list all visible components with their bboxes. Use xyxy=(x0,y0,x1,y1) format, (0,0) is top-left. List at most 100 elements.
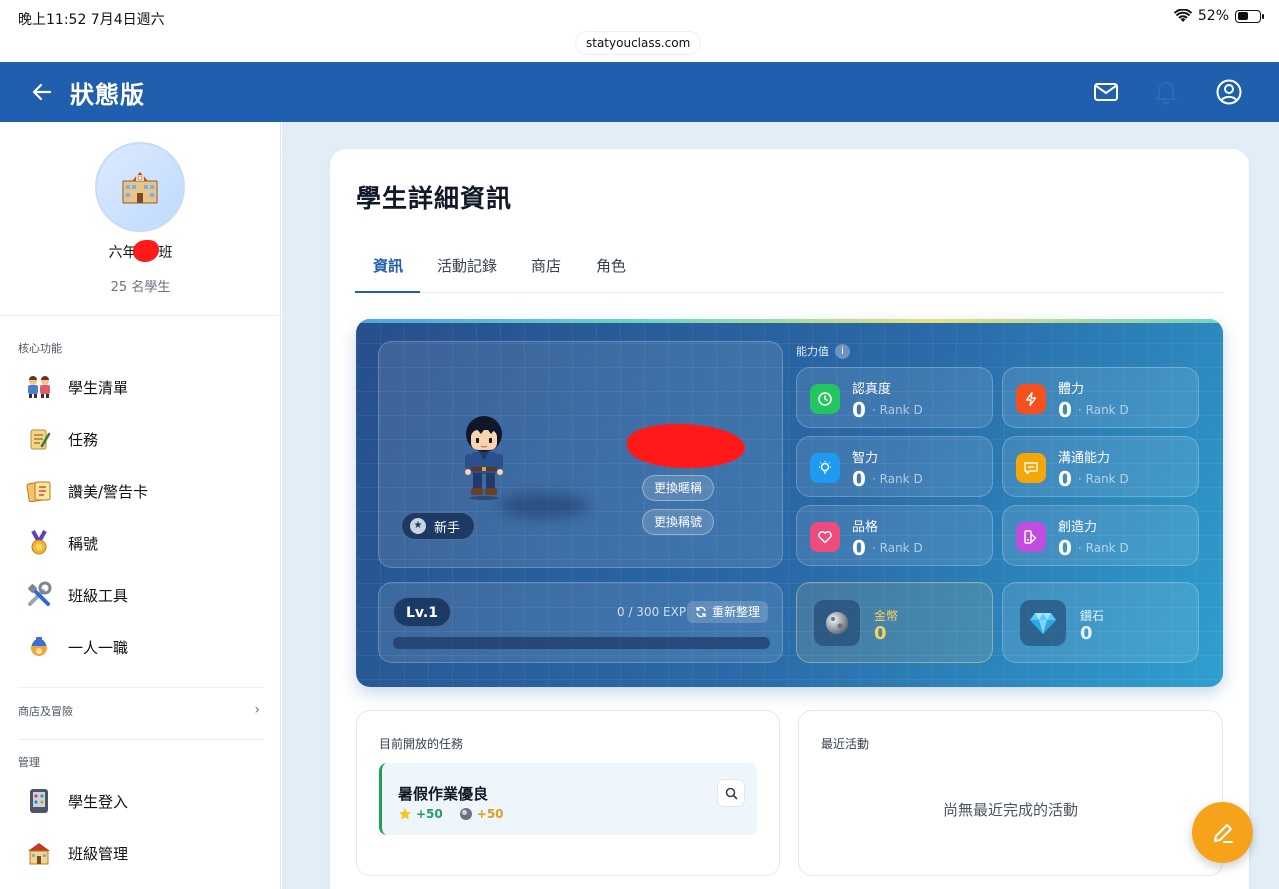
login-icon xyxy=(24,786,54,816)
exp-reward: +50 xyxy=(416,807,443,821)
quest-item[interactable]: 暑假作業優良 +50 +50 xyxy=(379,763,757,835)
abilities-label: 能力值 xyxy=(796,345,829,358)
chat-icon xyxy=(1016,453,1046,483)
tab-character[interactable]: 角色 xyxy=(596,255,626,276)
pencil-icon xyxy=(1213,823,1233,843)
stat-card: 認真度 0 · Rank D xyxy=(796,367,993,428)
cards-icon xyxy=(24,476,54,506)
sidebar-item-label: 班級管理 xyxy=(68,844,129,863)
stat-value: 0 xyxy=(1058,467,1072,491)
quest-rewards: +50 +50 xyxy=(398,807,504,821)
back-arrow-icon[interactable] xyxy=(30,80,54,104)
search-icon xyxy=(725,787,738,800)
stat-name: 溝通能力 xyxy=(1058,451,1111,466)
sidebar-item-cards[interactable]: 讚美/警告卡 xyxy=(24,473,264,509)
change-nickname-button[interactable]: 更換暱稱 xyxy=(642,475,715,501)
section-shop-label: 商店及冒險 xyxy=(18,705,73,718)
level-panel: Lv.1 0 / 300 EXP 重新整理 xyxy=(378,582,783,663)
sidebar-item-jobs[interactable]: 一人一職 xyxy=(24,629,264,665)
sidebar-item-student-login[interactable]: 學生登入 xyxy=(24,783,264,819)
sidebar-item-students[interactable]: 學生清單 xyxy=(24,369,264,405)
scroll-icon xyxy=(24,424,54,454)
stat-rank: · Rank D xyxy=(872,541,923,555)
title-badge-label: 新手 xyxy=(434,520,461,536)
tab-info[interactable]: 資訊 xyxy=(373,255,403,276)
gold-value: 0 xyxy=(874,623,887,644)
clock-icon xyxy=(810,384,840,414)
battery-icon xyxy=(1235,9,1264,23)
stat-rank: · Rank D xyxy=(1078,541,1129,555)
stat-name: 創造力 xyxy=(1058,520,1098,535)
section-title: 學生詳細資訊 xyxy=(356,184,513,213)
student-detail-card: 學生詳細資訊 資訊 活動記錄 商店 角色 更換暱稱 更換稱號 ★ 新手 Lv.1… xyxy=(330,149,1249,889)
rank-grade: D xyxy=(913,472,923,486)
diamond-card: 鑽石 0 xyxy=(1002,582,1199,663)
stat-rank: · Rank D xyxy=(1078,403,1129,417)
stat-rank: · Rank D xyxy=(872,472,923,486)
rank-grade: D xyxy=(1119,472,1129,486)
coin-reward: +50 xyxy=(476,807,504,821)
stat-card: 溝通能力 0 · Rank D xyxy=(1002,436,1199,497)
stat-card: 智力 0 · Rank D xyxy=(796,436,993,497)
wifi-icon xyxy=(1173,9,1192,22)
divider xyxy=(0,315,281,316)
character-panel: 更換暱稱 更換稱號 ★ 新手 xyxy=(378,341,783,568)
device-status-bar: 晚上11:52 7月4日週六 52% statyouclass.com xyxy=(0,0,1279,62)
quest-detail-button[interactable] xyxy=(717,779,745,807)
stat-value: 0 xyxy=(1058,536,1072,560)
rank-label: Rank xyxy=(879,541,910,555)
rank-grade: D xyxy=(1119,541,1129,555)
coin-icon xyxy=(459,808,472,820)
open-quests-card: 目前開放的任務 暑假作業優良 +50 +50 xyxy=(356,710,780,876)
sidebar-item-label: 讚美/警告卡 xyxy=(68,482,149,501)
edit-fab-button[interactable] xyxy=(1192,802,1253,863)
battery-percent: 52% xyxy=(1197,8,1229,24)
bulb-icon xyxy=(810,453,840,483)
character-status-panel: 更換暱稱 更換稱號 ★ 新手 Lv.1 0 / 300 EXP 重新整理 能力值… xyxy=(356,319,1223,687)
sidebar-item-tasks[interactable]: 任務 xyxy=(24,421,264,457)
main-content: 學生詳細資訊 資訊 活動記錄 商店 角色 更換暱稱 更換稱號 ★ 新手 Lv.1… xyxy=(282,122,1279,889)
section-core-label: 核心功能 xyxy=(18,342,62,355)
mail-icon[interactable] xyxy=(1092,78,1120,106)
status-time: 晚上11:52 7月4日週六 xyxy=(18,12,165,28)
school-icon xyxy=(24,838,54,868)
tab-bar: 資訊 活動記錄 商店 角色 xyxy=(355,249,1223,293)
recent-activity-title: 最近活動 xyxy=(821,737,870,751)
divider xyxy=(18,739,264,740)
sidebar-item-label: 學生清單 xyxy=(68,378,129,397)
coin-icon xyxy=(814,600,860,646)
sidebar: 六年班 25 名學生 核心功能 學生清單 任務 讚美/警告卡 稱號 班級工具 一… xyxy=(0,122,281,889)
sidebar-item-label: 稱號 xyxy=(68,534,99,553)
stat-value: 0 xyxy=(852,398,866,422)
school-building-icon xyxy=(122,172,158,204)
recent-activity-card: 最近活動 尚無最近完成的活動 xyxy=(798,710,1223,876)
tools-icon xyxy=(24,580,54,610)
job-icon xyxy=(24,632,54,662)
refresh-button[interactable]: 重新整理 xyxy=(687,601,769,623)
heart-icon xyxy=(810,522,840,552)
tab-shop[interactable]: 商店 xyxy=(531,255,561,276)
students-icon xyxy=(24,372,54,402)
sidebar-item-class-tools[interactable]: 班級工具 xyxy=(24,577,264,613)
tab-activity-log[interactable]: 活動記錄 xyxy=(437,255,497,276)
rank-label: Rank xyxy=(1085,403,1116,417)
account-icon[interactable] xyxy=(1215,78,1243,106)
url-bar[interactable]: statyouclass.com xyxy=(576,32,701,54)
sidebar-item-titles[interactable]: 稱號 xyxy=(24,525,264,561)
sidebar-item-label: 任務 xyxy=(68,430,99,449)
stat-card: 品格 0 · Rank D xyxy=(796,505,993,566)
rank-grade: D xyxy=(1119,403,1129,417)
chevron-right-icon: › xyxy=(254,702,260,718)
bell-icon[interactable] xyxy=(1152,78,1180,106)
sidebar-item-class-manage[interactable]: 班級管理 xyxy=(24,835,264,871)
title-badge: ★ 新手 xyxy=(401,512,476,540)
star-icon: ★ xyxy=(410,518,426,534)
stat-name: 認真度 xyxy=(852,382,892,397)
change-title-button[interactable]: 更換稱號 xyxy=(642,509,715,535)
section-manage-label: 管理 xyxy=(18,756,40,769)
info-icon[interactable]: i xyxy=(835,343,850,359)
stat-name: 體力 xyxy=(1058,382,1085,397)
redaction-mark xyxy=(627,424,745,468)
stat-value: 0 xyxy=(1058,398,1072,422)
stat-name: 品格 xyxy=(852,520,879,535)
